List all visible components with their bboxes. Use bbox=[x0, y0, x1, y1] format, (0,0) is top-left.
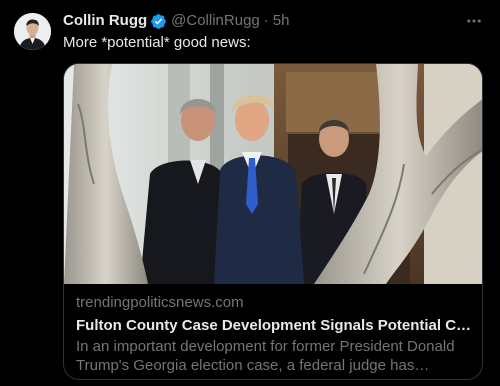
person-avatar-icon bbox=[14, 13, 51, 50]
separator-dot: · bbox=[263, 12, 269, 29]
link-card[interactable]: trendingpoliticsnews.com Fulton County C… bbox=[63, 63, 483, 380]
link-card-meta: trendingpoliticsnews.com Fulton County C… bbox=[76, 293, 472, 375]
link-card-image[interactable] bbox=[64, 64, 482, 284]
avatar[interactable] bbox=[14, 13, 51, 50]
timestamp[interactable]: 5h bbox=[273, 11, 290, 31]
tweet-header: Collin Rugg @CollinRugg · 5h bbox=[63, 11, 470, 31]
verified-badge-icon[interactable] bbox=[150, 13, 167, 30]
link-card-title[interactable]: Fulton County Case Development Signals P… bbox=[76, 316, 472, 335]
link-card-description: In an important development for former P… bbox=[76, 338, 455, 374]
handle[interactable]: @CollinRugg bbox=[171, 11, 260, 31]
tweet[interactable]: Collin Rugg @CollinRugg · 5h More *poten… bbox=[0, 0, 500, 386]
display-name[interactable]: Collin Rugg bbox=[63, 11, 147, 31]
more-horizontal-icon[interactable] bbox=[464, 12, 484, 30]
tweet-text: More *potential* good news: bbox=[63, 34, 251, 51]
link-card-domain: trendingpoliticsnews.com bbox=[76, 294, 244, 311]
